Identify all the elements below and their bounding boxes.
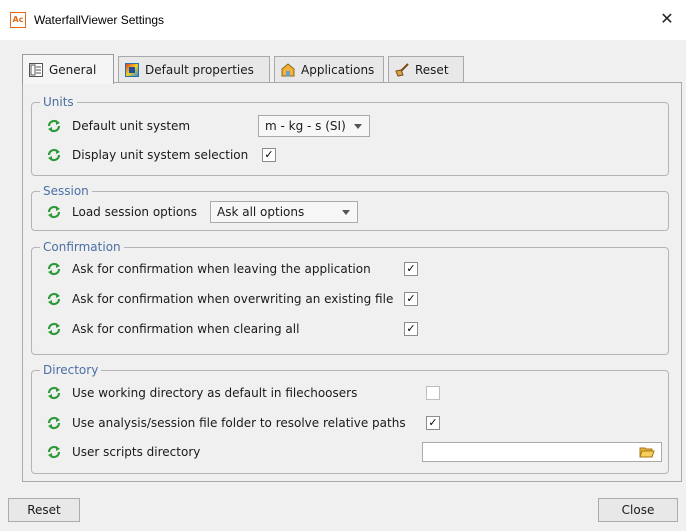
refresh-icon[interactable] [46,291,62,307]
close-button[interactable]: Close [598,498,678,522]
units-group-title: Units [40,95,77,109]
confirm-overwrite-checkbox[interactable]: ✓ [404,292,418,306]
settings-dialog: Ac WaterfallViewer Settings ✕ General De… [0,0,686,531]
confirm-clearing-label: Ask for confirmation when clearing all [72,322,300,336]
load-options-label: Load session options [72,205,198,219]
load-options-select[interactable]: Ask all options [210,201,358,223]
load-options-row: Load session options [46,201,197,223]
tab-default-properties-label: Default properties [145,62,254,77]
broom-icon [395,62,409,77]
refresh-icon[interactable] [46,118,62,134]
confirm-leaving-label: Ask for confirmation when leaving the ap… [72,262,371,276]
confirm-leaving-row: Ask for confirmation when leaving the ap… [46,258,371,280]
app-icon: Ac [10,12,26,28]
directory-group: Directory Use working directory as defau… [31,363,669,474]
close-icon[interactable]: ✕ [656,8,678,30]
working-dir-row: Use working directory as default in file… [46,382,357,404]
working-dir-checkbox[interactable] [426,386,440,400]
chevron-down-icon [354,124,362,129]
analysis-folder-row: Use analysis/session file folder to reso… [46,412,406,434]
applications-icon [281,62,295,77]
units-group: Units Default unit system m - kg - s (SI… [31,95,669,176]
title-bar: Ac WaterfallViewer Settings ✕ [0,0,686,40]
color-gradient-icon [125,62,139,77]
reset-button[interactable]: Reset [8,498,80,522]
refresh-icon[interactable] [46,261,62,277]
tab-reset[interactable]: Reset [388,56,464,82]
refresh-icon[interactable] [46,444,62,460]
confirm-overwrite-row: Ask for confirmation when overwriting an… [46,288,393,310]
refresh-icon[interactable] [46,147,62,163]
tab-default-properties[interactable]: Default properties [118,56,270,82]
analysis-folder-checkbox[interactable]: ✓ [426,416,440,430]
analysis-folder-label: Use analysis/session file folder to reso… [72,416,406,430]
confirm-leaving-checkbox[interactable]: ✓ [404,262,418,276]
scripts-dir-field[interactable] [422,442,662,462]
display-selection-checkbox[interactable]: ✓ [262,148,276,162]
tab-reset-label: Reset [415,62,449,77]
window-title: WaterfallViewer Settings [34,13,165,27]
confirm-overwrite-label: Ask for confirmation when overwriting an… [72,292,394,306]
default-unit-value: m - kg - s (SI) [265,119,346,133]
general-icon [29,62,43,77]
tab-content-general: Units Default unit system m - kg - s (SI… [22,82,682,482]
scripts-dir-label: User scripts directory [72,445,201,459]
load-options-value: Ask all options [217,205,305,219]
working-dir-label: Use working directory as default in file… [72,386,358,400]
chevron-down-icon [342,210,350,215]
confirm-clearing-checkbox[interactable]: ✓ [404,322,418,336]
default-unit-label: Default unit system [72,119,191,133]
refresh-icon[interactable] [46,385,62,401]
tab-applications[interactable]: Applications [274,56,384,82]
display-selection-label: Display unit system selection [72,148,249,162]
tab-general[interactable]: General [22,54,114,84]
confirmation-group-title: Confirmation [40,240,124,254]
refresh-icon[interactable] [46,321,62,337]
tab-applications-label: Applications [301,62,375,77]
default-unit-row: Default unit system [46,115,190,137]
directory-group-title: Directory [40,363,102,377]
display-selection-row: Display unit system selection [46,144,248,166]
scripts-dir-row: User scripts directory [46,441,200,463]
refresh-icon[interactable] [46,204,62,220]
tab-general-label: General [49,62,97,77]
confirm-clearing-row: Ask for confirmation when clearing all [46,318,299,340]
session-group: Session Load session options Ask all opt… [31,184,669,231]
default-unit-select[interactable]: m - kg - s (SI) [258,115,370,137]
refresh-icon[interactable] [46,415,62,431]
session-group-title: Session [40,184,92,198]
folder-open-icon[interactable] [639,446,655,458]
confirmation-group: Confirmation Ask for confirmation when l… [31,240,669,355]
